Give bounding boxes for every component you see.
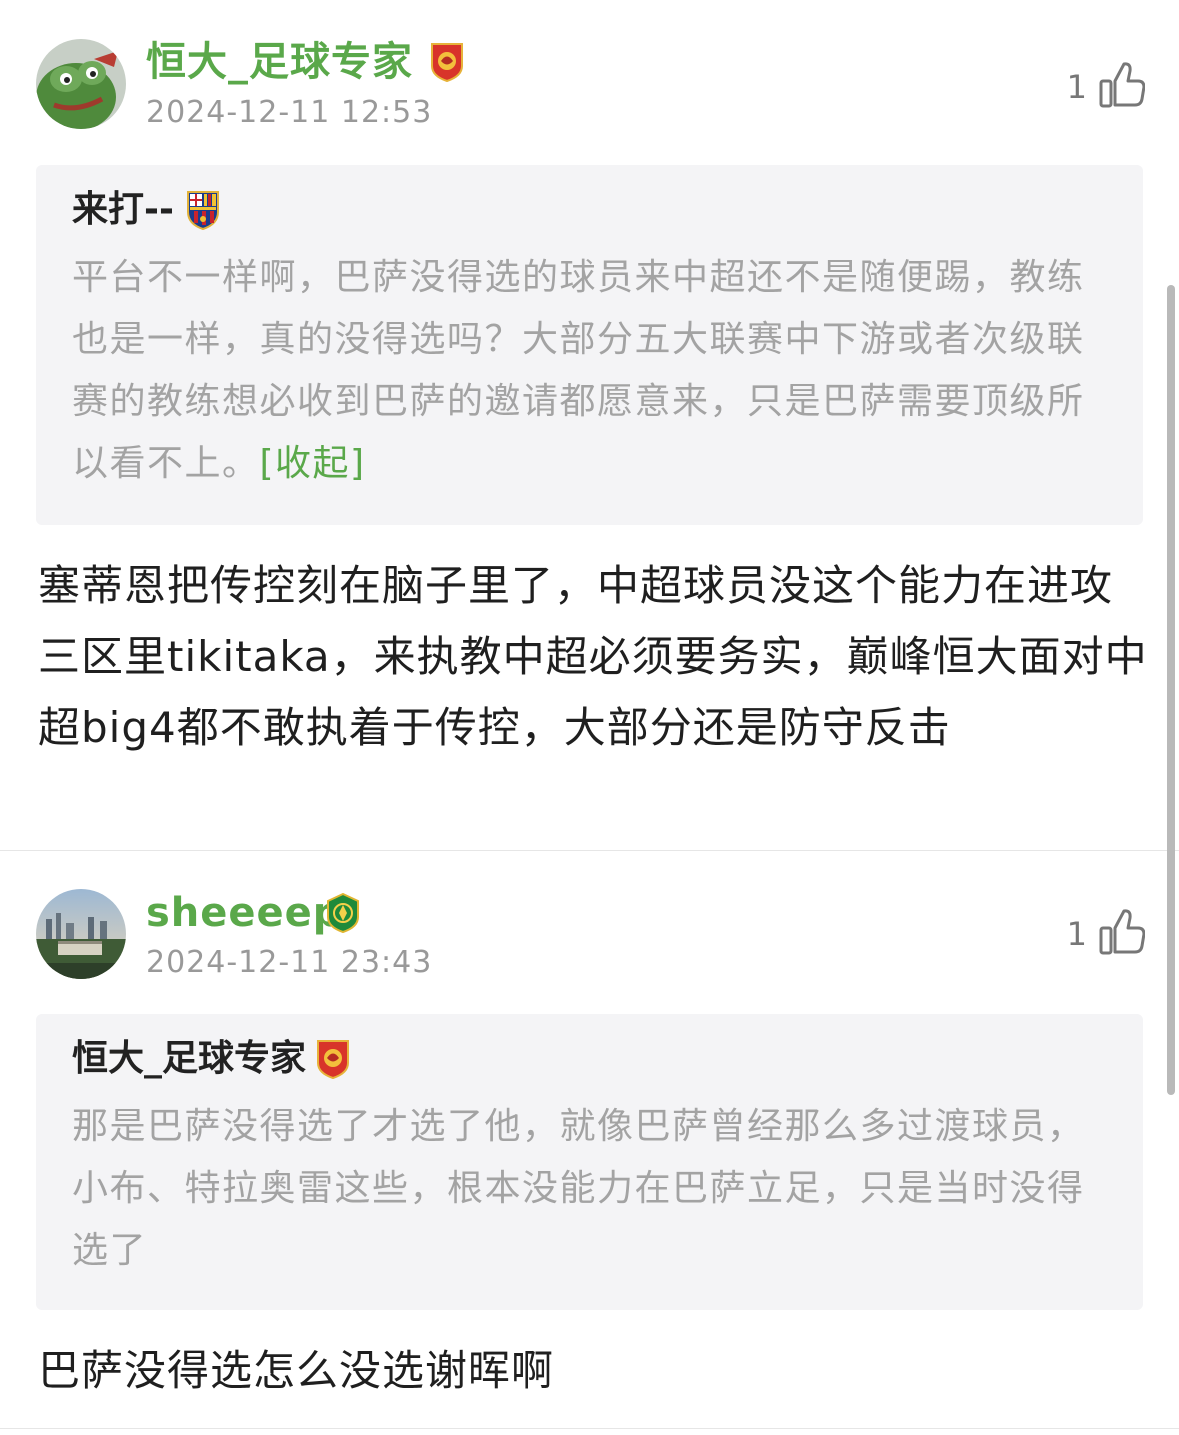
thumbs-up-icon (1099, 908, 1146, 960)
comment-body: 塞蒂恩把传控刻在脑子里了，中超球员没这个能力在进攻三区里tikitaka，来执教… (38, 561, 1148, 752)
comment-timestamp: 2024-12-11 12:53 (146, 95, 433, 130)
comment-item: 恒大_足球专家 2024-12-11 12:53 1 来打-- 平台不一样啊，巴… (0, 0, 1179, 850)
thumbs-up-icon (1099, 61, 1146, 113)
like-button[interactable]: 1 (1066, 907, 1146, 961)
like-count: 1 (1066, 68, 1087, 106)
quoted-text: 那是巴萨没得选了才选了他，就像巴萨曾经那么多过渡球员，小布、特拉奥雷这些，根本没… (72, 1106, 1085, 1271)
comment-item: sheeeep 2024-12-11 23:43 1 恒大_足球专家 那是巴萨没… (0, 851, 1179, 1435)
beijing-guoan-badge-icon (326, 892, 360, 934)
username[interactable]: 恒大_足球专家 (146, 38, 413, 86)
quoted-author: 恒大_足球专家 (72, 1036, 1107, 1082)
quoted-author-name[interactable]: 恒大_足球专家 (72, 1036, 306, 1082)
user-avatar-city[interactable] (36, 889, 126, 979)
quoted-author-name[interactable]: 来打-- (72, 187, 174, 233)
guangzhou-club-badge-icon (430, 42, 464, 83)
comment-body: 巴萨没得选怎么没选谢晖啊 (38, 1346, 555, 1395)
quoted-reply: 恒大_足球专家 那是巴萨没得选了才选了他，就像巴萨曾经那么多过渡球员，小布、特拉… (36, 1014, 1143, 1310)
quoted-text-content: 平台不一样啊，巴萨没得选的球员来中超还不是随便踢，教练也是一样，真的没得选吗？大… (72, 257, 1085, 484)
quoted-reply: 来打-- 平台不一样啊，巴萨没得选的球员来中超还不是随便踢，教练也是一样，真的没… (36, 165, 1143, 525)
barcelona-club-badge-icon (184, 190, 222, 231)
comment-list: 恒大_足球专家 2024-12-11 12:53 1 来打-- 平台不一样啊，巴… (0, 0, 1179, 1435)
user-avatar-frog[interactable] (36, 39, 126, 129)
quoted-author: 来打-- (72, 187, 1107, 233)
quoted-text: 平台不一样啊，巴萨没得选的球员来中超还不是随便踢，教练也是一样，真的没得选吗？大… (72, 247, 1107, 495)
guangzhou-club-badge-icon (316, 1039, 354, 1080)
comment-divider (0, 1428, 1179, 1429)
like-button[interactable]: 1 (1066, 60, 1146, 114)
comment-timestamp: 2024-12-11 23:43 (146, 945, 433, 980)
like-count: 1 (1066, 915, 1087, 953)
username[interactable]: sheeeep (146, 889, 342, 937)
scrollbar[interactable] (1167, 285, 1175, 1095)
collapse-link[interactable]: [收起] (260, 443, 366, 484)
